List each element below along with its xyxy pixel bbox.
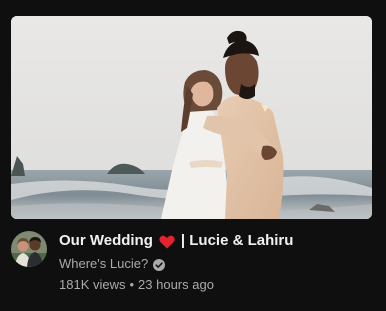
- thumbnail-image: [11, 16, 372, 219]
- upload-age: 23 hours ago: [138, 277, 214, 292]
- channel-avatar[interactable]: [11, 231, 47, 267]
- video-title-suffix: | Lucie & Lahiru: [180, 232, 294, 249]
- channel-name-row[interactable]: Where's Lucie?: [59, 255, 369, 273]
- heart-emoji-icon: [159, 234, 175, 248]
- video-title-main: Our Wedding: [59, 232, 153, 249]
- video-title[interactable]: Our Wedding | Lucie & Lahiru: [59, 230, 369, 251]
- video-stats: 181K views • 23 hours ago: [59, 276, 369, 294]
- stats-separator: •: [129, 277, 135, 292]
- avatar-image: [11, 231, 47, 267]
- check-circle-icon: [153, 258, 166, 271]
- video-thumbnail[interactable]: [11, 16, 372, 219]
- channel-name: Where's Lucie?: [59, 256, 149, 271]
- view-count: 181K views: [59, 277, 126, 292]
- video-card: Our Wedding | Lucie & Lahiru Where's Luc…: [0, 0, 386, 311]
- video-info: Our Wedding | Lucie & Lahiru Where's Luc…: [59, 230, 369, 294]
